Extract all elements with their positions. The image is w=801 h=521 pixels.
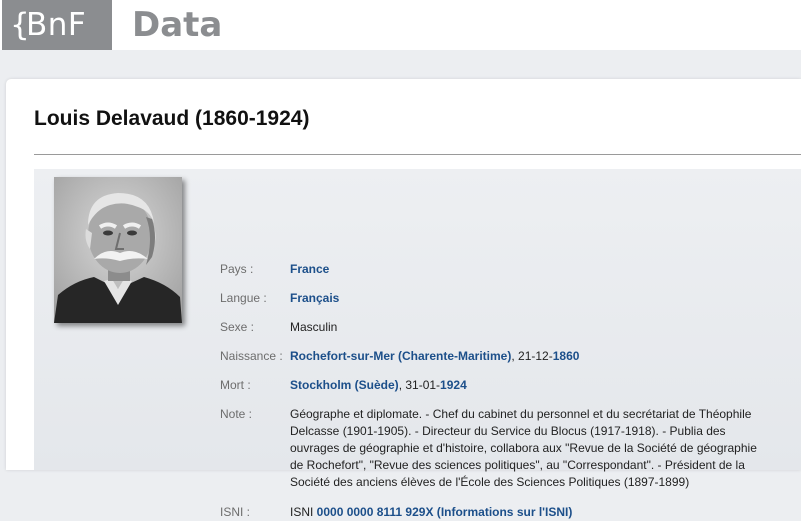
langue-link[interactable]: Français [290,291,339,305]
section-title[interactable]: Data [132,0,222,50]
portrait-illustration [54,177,182,323]
mort-place-link[interactable]: Stockholm (Suède) [290,378,399,392]
pays-label: Pays : [220,262,254,276]
pays-value-wrap: France [290,261,329,278]
naissance-value: Rochefort-sur-Mer (Charente-Maritime), 2… [290,348,579,365]
naissance-label: Naissance : [220,349,283,363]
portrait-image [54,177,182,323]
pays-link[interactable]: France [290,262,329,276]
sexe-value: Masculin [290,320,338,334]
isni-prefix: ISNI [290,505,317,519]
isni-number-link[interactable]: 0000 0000 8111 929X [317,505,434,519]
langue-value-wrap: Français [290,290,339,307]
langue-label: Langue : [220,291,267,305]
title-divider [34,154,801,155]
naissance-place-link[interactable]: Rochefort-sur-Mer (Charente-Maritime) [290,349,511,363]
isni-value: ISNI 0000 0000 8111 929X (Informations s… [290,504,572,521]
mort-value: Stockholm (Suède), 31-01-1924 [290,377,467,394]
mort-daymonth: 31-01- [405,378,441,392]
isni-open-paren: ( [433,505,441,519]
bnf-logo[interactable]: { BnF [2,0,112,50]
info-panel: Pays : France Langue : Français Sexe : M… [34,169,801,519]
record-card: Louis Delavaud (1860-1924) Pays: France… [6,79,801,519]
naissance-daymonth: 21-12- [518,349,553,363]
mort-label: Mort : [220,378,251,392]
mort-year-link[interactable]: 1924 [440,378,467,392]
isni-info-link[interactable]: Informations sur l'ISNI [441,505,569,519]
isni-close-paren: ) [568,505,573,519]
sexe-label: Sexe : [220,320,255,334]
naissance-year-link[interactable]: 1860 [553,349,580,363]
page-title: Louis Delavaud (1860-1924) [34,107,310,130]
note-value: Géographe et diplomate. - Chef du cabine… [290,407,757,489]
isni-label: ISNI : [220,505,251,519]
logo-text: BnF [26,7,87,43]
note-label: Note : [220,407,253,421]
header: { BnF Data [0,0,801,50]
